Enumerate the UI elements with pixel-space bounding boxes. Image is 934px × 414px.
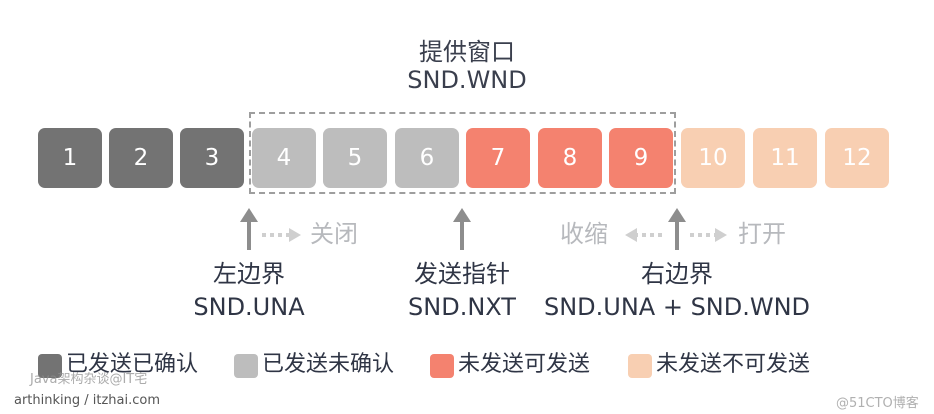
left-boundary-label: 左边界 xyxy=(213,260,285,288)
close-label: 关闭 xyxy=(310,220,358,248)
legend-swatch xyxy=(628,354,652,378)
left-boundary-var: SND.UNA xyxy=(193,293,305,321)
open-label: 打开 xyxy=(738,220,786,248)
send-pointer-arrow xyxy=(453,208,471,250)
right-boundary-arrow xyxy=(668,208,686,250)
right-boundary-label: 右边界 xyxy=(641,260,713,288)
legend-swatch xyxy=(234,354,258,378)
legend-label: 未发送可发送 xyxy=(458,352,591,377)
shrink-direction-arrow xyxy=(625,228,664,242)
left-boundary-arrow xyxy=(240,208,258,250)
legend-label: 未发送不可发送 xyxy=(656,352,811,377)
shrink-label: 收缩 xyxy=(560,220,608,248)
close-direction-arrow xyxy=(262,228,301,242)
watermark-site: arthinking / itzhai.com xyxy=(14,393,161,408)
right-boundary-var: SND.UNA + SND.WND xyxy=(543,293,811,321)
open-direction-arrow xyxy=(690,228,727,242)
legend-label: 已发送未确认 xyxy=(262,352,395,377)
watermark-text: Java架构杂谈@IT宅 xyxy=(30,372,148,387)
legend-swatch xyxy=(430,354,454,378)
watermark-corner: @51CTO博客 xyxy=(836,396,919,411)
